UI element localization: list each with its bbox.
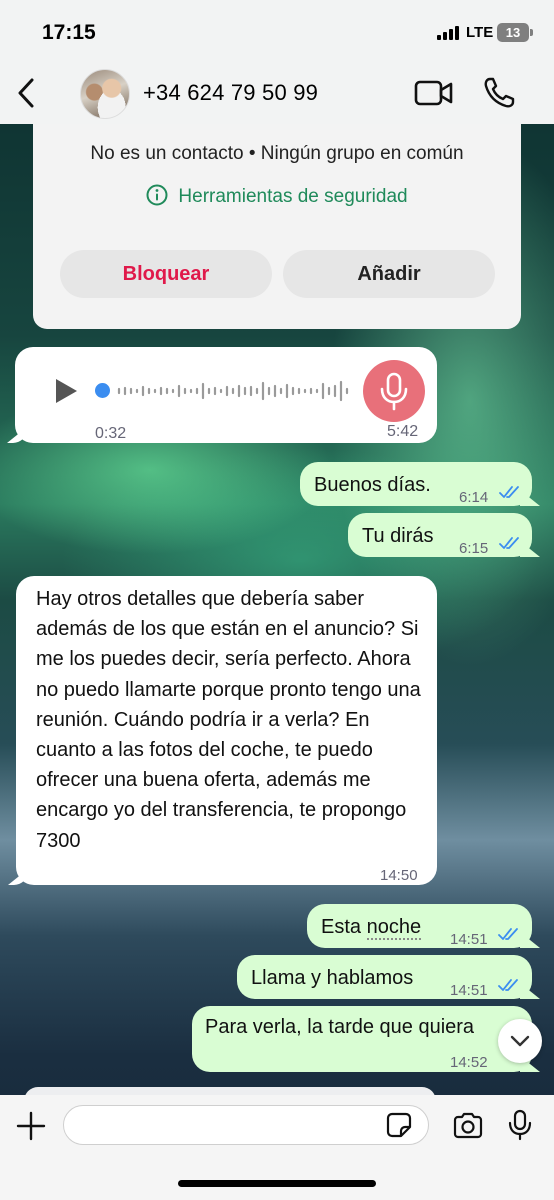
avatar[interactable]	[80, 69, 130, 119]
message-time: 14:51	[450, 982, 488, 999]
read-receipt-icon	[499, 486, 519, 498]
contact-name[interactable]: +34 624 79 50 99	[143, 80, 318, 106]
microphone-icon	[380, 372, 408, 411]
block-button[interactable]: Bloquear	[60, 250, 272, 298]
play-button[interactable]	[53, 377, 79, 405]
message-text: Buenos días.	[314, 474, 431, 496]
sticker-button[interactable]	[386, 1112, 412, 1138]
outgoing-message: Esta noche 14:51	[307, 904, 532, 948]
info-icon	[146, 184, 168, 206]
video-call-button[interactable]	[414, 78, 454, 108]
plus-icon	[16, 1111, 46, 1141]
outgoing-message: Buenos días. 6:14	[300, 462, 532, 506]
sender-avatar-mic	[363, 360, 425, 422]
safety-tools-label: Herramientas de seguridad	[178, 186, 408, 207]
message-text: Esta noche	[321, 912, 422, 942]
message-text: Hay otros detalles que debería saber ade…	[36, 588, 421, 852]
contact-info-card: No es un contacto • Ningún grupo en comú…	[33, 124, 521, 329]
read-receipt-icon	[499, 537, 519, 549]
waveform	[117, 380, 349, 402]
status-time: 17:15	[42, 21, 96, 44]
back-button[interactable]	[12, 76, 42, 110]
voice-record-button[interactable]	[508, 1109, 532, 1141]
scroll-to-bottom-button[interactable]	[498, 1019, 542, 1063]
video-camera-icon	[414, 80, 453, 106]
voice-message: 0:32 5:42	[15, 347, 437, 443]
message-time: 14:51	[450, 931, 488, 948]
microphone-icon	[508, 1109, 532, 1141]
sticker-icon	[386, 1112, 412, 1138]
message-text: Para verla, la tarde que quiera	[205, 1016, 475, 1038]
camera-icon	[453, 1112, 483, 1139]
message-time: 14:52	[450, 1054, 488, 1071]
safety-tools-link[interactable]: Herramientas de seguridad	[33, 184, 521, 208]
add-contact-button[interactable]: Añadir	[283, 250, 495, 298]
incoming-message: Hay otros detalles que debería saber ade…	[16, 576, 437, 885]
message-composer	[0, 1095, 554, 1200]
message-time: 5:42	[387, 423, 419, 440]
message-time: 6:15	[459, 540, 489, 557]
phone-icon	[484, 77, 515, 108]
date-link[interactable]: noche	[366, 916, 422, 940]
message-time: 6:14	[459, 489, 489, 506]
playback-slider[interactable]	[95, 383, 110, 398]
chevron-left-icon	[18, 78, 34, 108]
voice-call-button[interactable]	[482, 76, 516, 110]
message-time: 14:50	[380, 867, 418, 884]
battery-icon: 13	[497, 23, 529, 42]
battery-tip	[530, 29, 533, 36]
network-type: LTE	[466, 24, 494, 41]
read-receipt-icon	[498, 928, 518, 940]
message-text: Llama y hablamos	[251, 967, 414, 989]
message-text: Tu dirás	[362, 525, 434, 547]
voice-duration: 0:32	[95, 425, 127, 442]
message-text-prefix: Esta	[321, 916, 367, 938]
attach-button[interactable]	[16, 1111, 46, 1141]
signal-icon	[437, 26, 463, 40]
home-indicator	[178, 1180, 376, 1187]
outgoing-message: Llama y hablamos 14:51	[237, 955, 532, 999]
outgoing-message: Tu dirás 6:15	[348, 513, 532, 557]
camera-button[interactable]	[452, 1112, 484, 1140]
chevron-down-icon	[510, 1035, 530, 1047]
outgoing-message: Para verla, la tarde que quiera 14:52	[192, 1006, 532, 1072]
message-input[interactable]	[63, 1105, 429, 1145]
chat-header: 17:15 LTE 13 +34 624 79 50 99	[0, 0, 554, 124]
play-icon	[56, 379, 77, 403]
not-contact-text: No es un contacto • Ningún grupo en comú…	[90, 143, 464, 164]
read-receipt-icon	[498, 979, 518, 991]
